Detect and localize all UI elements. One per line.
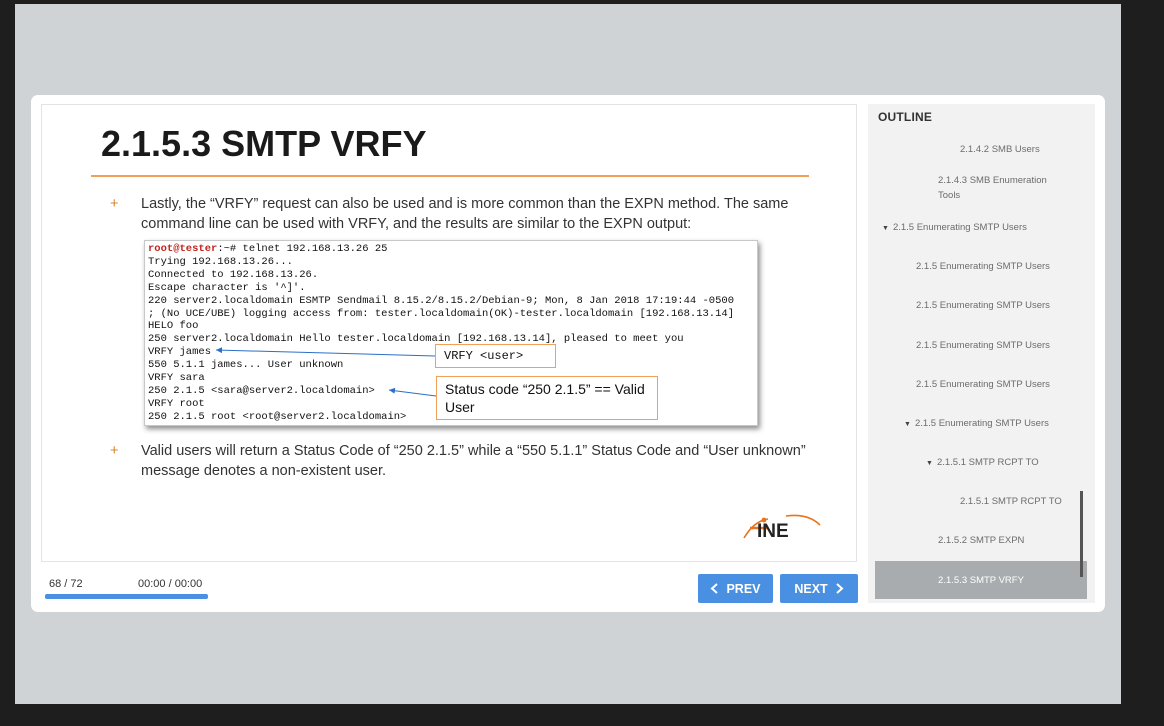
outline-item[interactable]: 2.1.4.3 SMB Enumeration Tools	[938, 173, 1068, 203]
terminal-line: HELO foo	[148, 320, 199, 333]
outline-item-label: 2.1.5 Enumerating SMTP Users	[916, 340, 1050, 351]
outline-item-label: 2.1.5.1 SMTP RCPT TO	[960, 496, 1062, 507]
terminal-line: Trying 192.168.13.26...	[148, 255, 293, 268]
outline-item[interactable]: 2.1.4.2 SMB Users	[960, 142, 1040, 157]
outline-item-expanded[interactable]: ▼ 2.1.5.1 SMTP RCPT TO	[926, 455, 1039, 471]
outline-scrollbar[interactable]	[1080, 491, 1083, 577]
prev-button-label: PREV	[726, 581, 761, 596]
outline-item-expanded[interactable]: ▼ 2.1.5 Enumerating SMTP Users	[882, 220, 1027, 236]
outline-item-label: 2.1.5 Enumerating SMTP Users	[916, 261, 1050, 272]
vrfy-syntax-callout: VRFY <user>	[435, 344, 556, 368]
outline-item-label: 2.1.5 Enumerating SMTP Users	[916, 300, 1050, 311]
terminal-prompt-user: root@tester	[148, 243, 218, 255]
outline-item[interactable]: 2.1.5 Enumerating SMTP Users	[916, 298, 1050, 313]
outline-item-active[interactable]: 2.1.5.3 SMTP VRFY	[875, 561, 1087, 599]
outline-item[interactable]: 2.1.5.1 SMTP RCPT TO	[960, 494, 1062, 509]
outline-item[interactable]: 2.1.5 Enumerating SMTP Users	[916, 377, 1050, 392]
outline-item-label: 2.1.4.2 SMB Users	[960, 144, 1040, 155]
chevron-right-icon	[836, 583, 844, 594]
outline-item-label: 2.1.5 Enumerating SMTP Users	[916, 379, 1050, 390]
outline-item-label: 2.1.5 Enumerating SMTP Users	[914, 418, 1049, 429]
terminal-line: Connected to 192.168.13.26.	[148, 268, 319, 281]
caret-down-icon: ▼	[904, 421, 911, 428]
outline-panel: OUTLINE 2.1.4.2 SMB Users 2.1.4.3 SMB En…	[868, 104, 1095, 603]
caret-down-icon: ▼	[926, 460, 933, 467]
prev-button[interactable]: PREV	[698, 574, 773, 603]
bullet-marker: +	[110, 443, 119, 459]
ine-logo-text: INE	[757, 521, 789, 541]
outline-item[interactable]: 2.1.5.2 SMTP EXPN	[938, 533, 1024, 548]
bullet-marker: +	[110, 196, 119, 212]
playback-time: 00:00 / 00:00	[138, 578, 203, 590]
terminal-line: Escape character is '^]'.	[148, 281, 306, 294]
bullet-text-1: Lastly, the “VRFY” request can also be u…	[141, 196, 789, 232]
bullet-text-2: Valid users will return a Status Code of…	[141, 443, 806, 479]
ine-logo: INE	[743, 514, 821, 541]
outline-header: OUTLINE	[878, 110, 933, 124]
outline-item[interactable]: 2.1.5 Enumerating SMTP Users	[916, 259, 1050, 274]
next-button[interactable]: NEXT	[780, 574, 858, 603]
outline-item-label: 2.1.5 Enumerating SMTP Users	[892, 222, 1027, 233]
slide-title: 2.1.5.3 SMTP VRFY	[101, 123, 427, 164]
slide-canvas: 2.1.5.3 SMTP VRFY + Lastly, the “VRFY” r…	[41, 104, 857, 562]
terminal-line: 220 server2.localdomain ESMTP Sendmail 8…	[148, 294, 734, 307]
caret-down-icon: ▼	[882, 225, 889, 232]
terminal-line: ; (No UCE/UBE) logging access from: test…	[148, 307, 734, 320]
terminal-command: :~# telnet 192.168.13.26 25	[217, 243, 388, 255]
outline-item[interactable]: 2.1.5 Enumerating SMTP Users	[916, 338, 1050, 353]
outline-item-label: 2.1.5.2 SMTP EXPN	[938, 535, 1025, 546]
progress-bar[interactable]	[45, 594, 208, 599]
outline-item-expanded[interactable]: ▼ 2.1.5 Enumerating SMTP Users	[904, 416, 1049, 432]
outline-item-label: 2.1.4.3 SMB Enumeration Tools	[938, 175, 1047, 201]
slide-counter: 68 / 72	[49, 578, 83, 590]
outline-item-label: 2.1.5.1 SMTP RCPT TO	[936, 457, 1039, 468]
status-code-callout: Status code “250 2.1.5” == Valid User	[436, 376, 658, 420]
chevron-left-icon	[710, 583, 719, 594]
terminal-prompt-line: root@tester:~# telnet 192.168.13.26 25	[148, 243, 754, 256]
title-divider	[91, 175, 809, 177]
next-button-label: NEXT	[794, 581, 828, 596]
